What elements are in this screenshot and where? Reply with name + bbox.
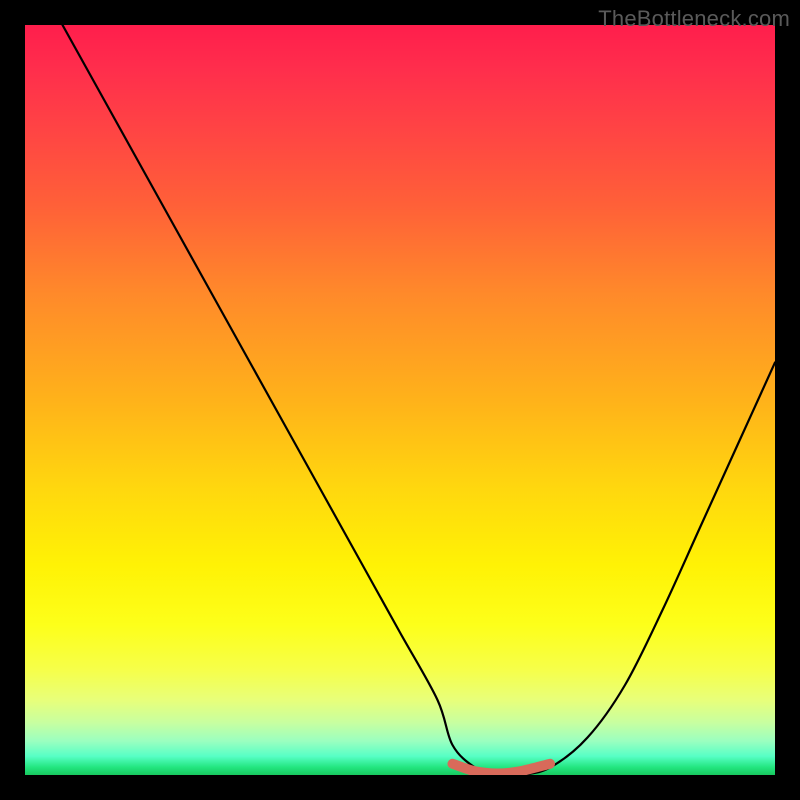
curve-overlay	[25, 25, 775, 775]
bottleneck-curve-path	[63, 25, 776, 775]
chart-frame: TheBottleneck.com	[0, 0, 800, 800]
optimal-range-marker-path	[453, 764, 551, 774]
watermark-text: TheBottleneck.com	[598, 6, 790, 32]
plot-area	[25, 25, 775, 775]
